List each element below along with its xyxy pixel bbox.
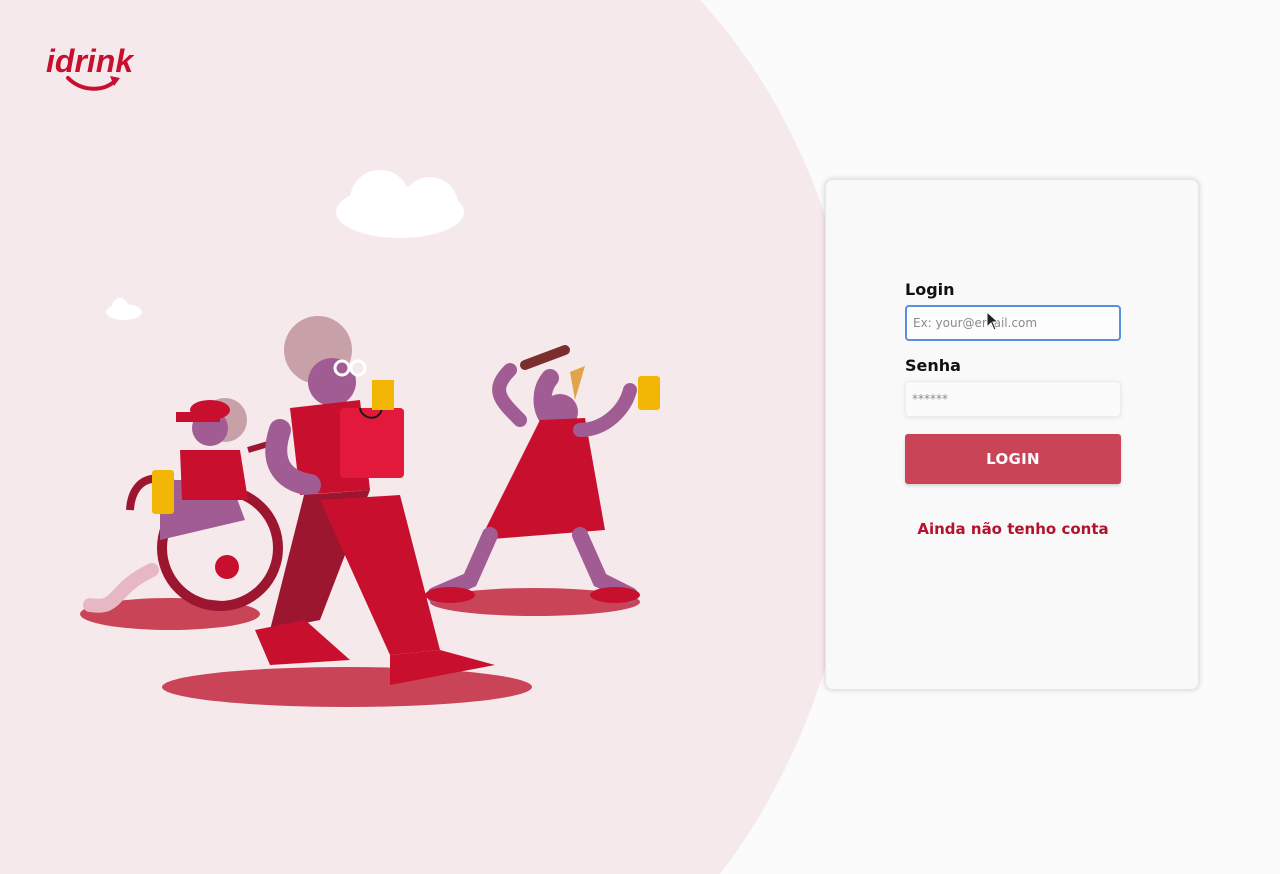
mouse-cursor-icon	[986, 311, 1000, 331]
email-field[interactable]	[905, 305, 1121, 341]
logo-text: idrink	[46, 43, 135, 79]
password-field[interactable]	[905, 381, 1121, 417]
login-label: Login	[905, 280, 955, 299]
idrink-logo: idrink	[46, 43, 135, 91]
password-label: Senha	[905, 356, 961, 375]
login-card: Login Senha LOGIN Ainda não tenho conta	[825, 179, 1199, 690]
login-page: idrink Login Ex: your@email.com Senha LO…	[0, 0, 1280, 874]
people-drinking-illustration	[80, 170, 660, 707]
signup-link[interactable]: Ainda não tenho conta	[905, 520, 1121, 538]
login-button[interactable]: LOGIN	[905, 434, 1121, 484]
